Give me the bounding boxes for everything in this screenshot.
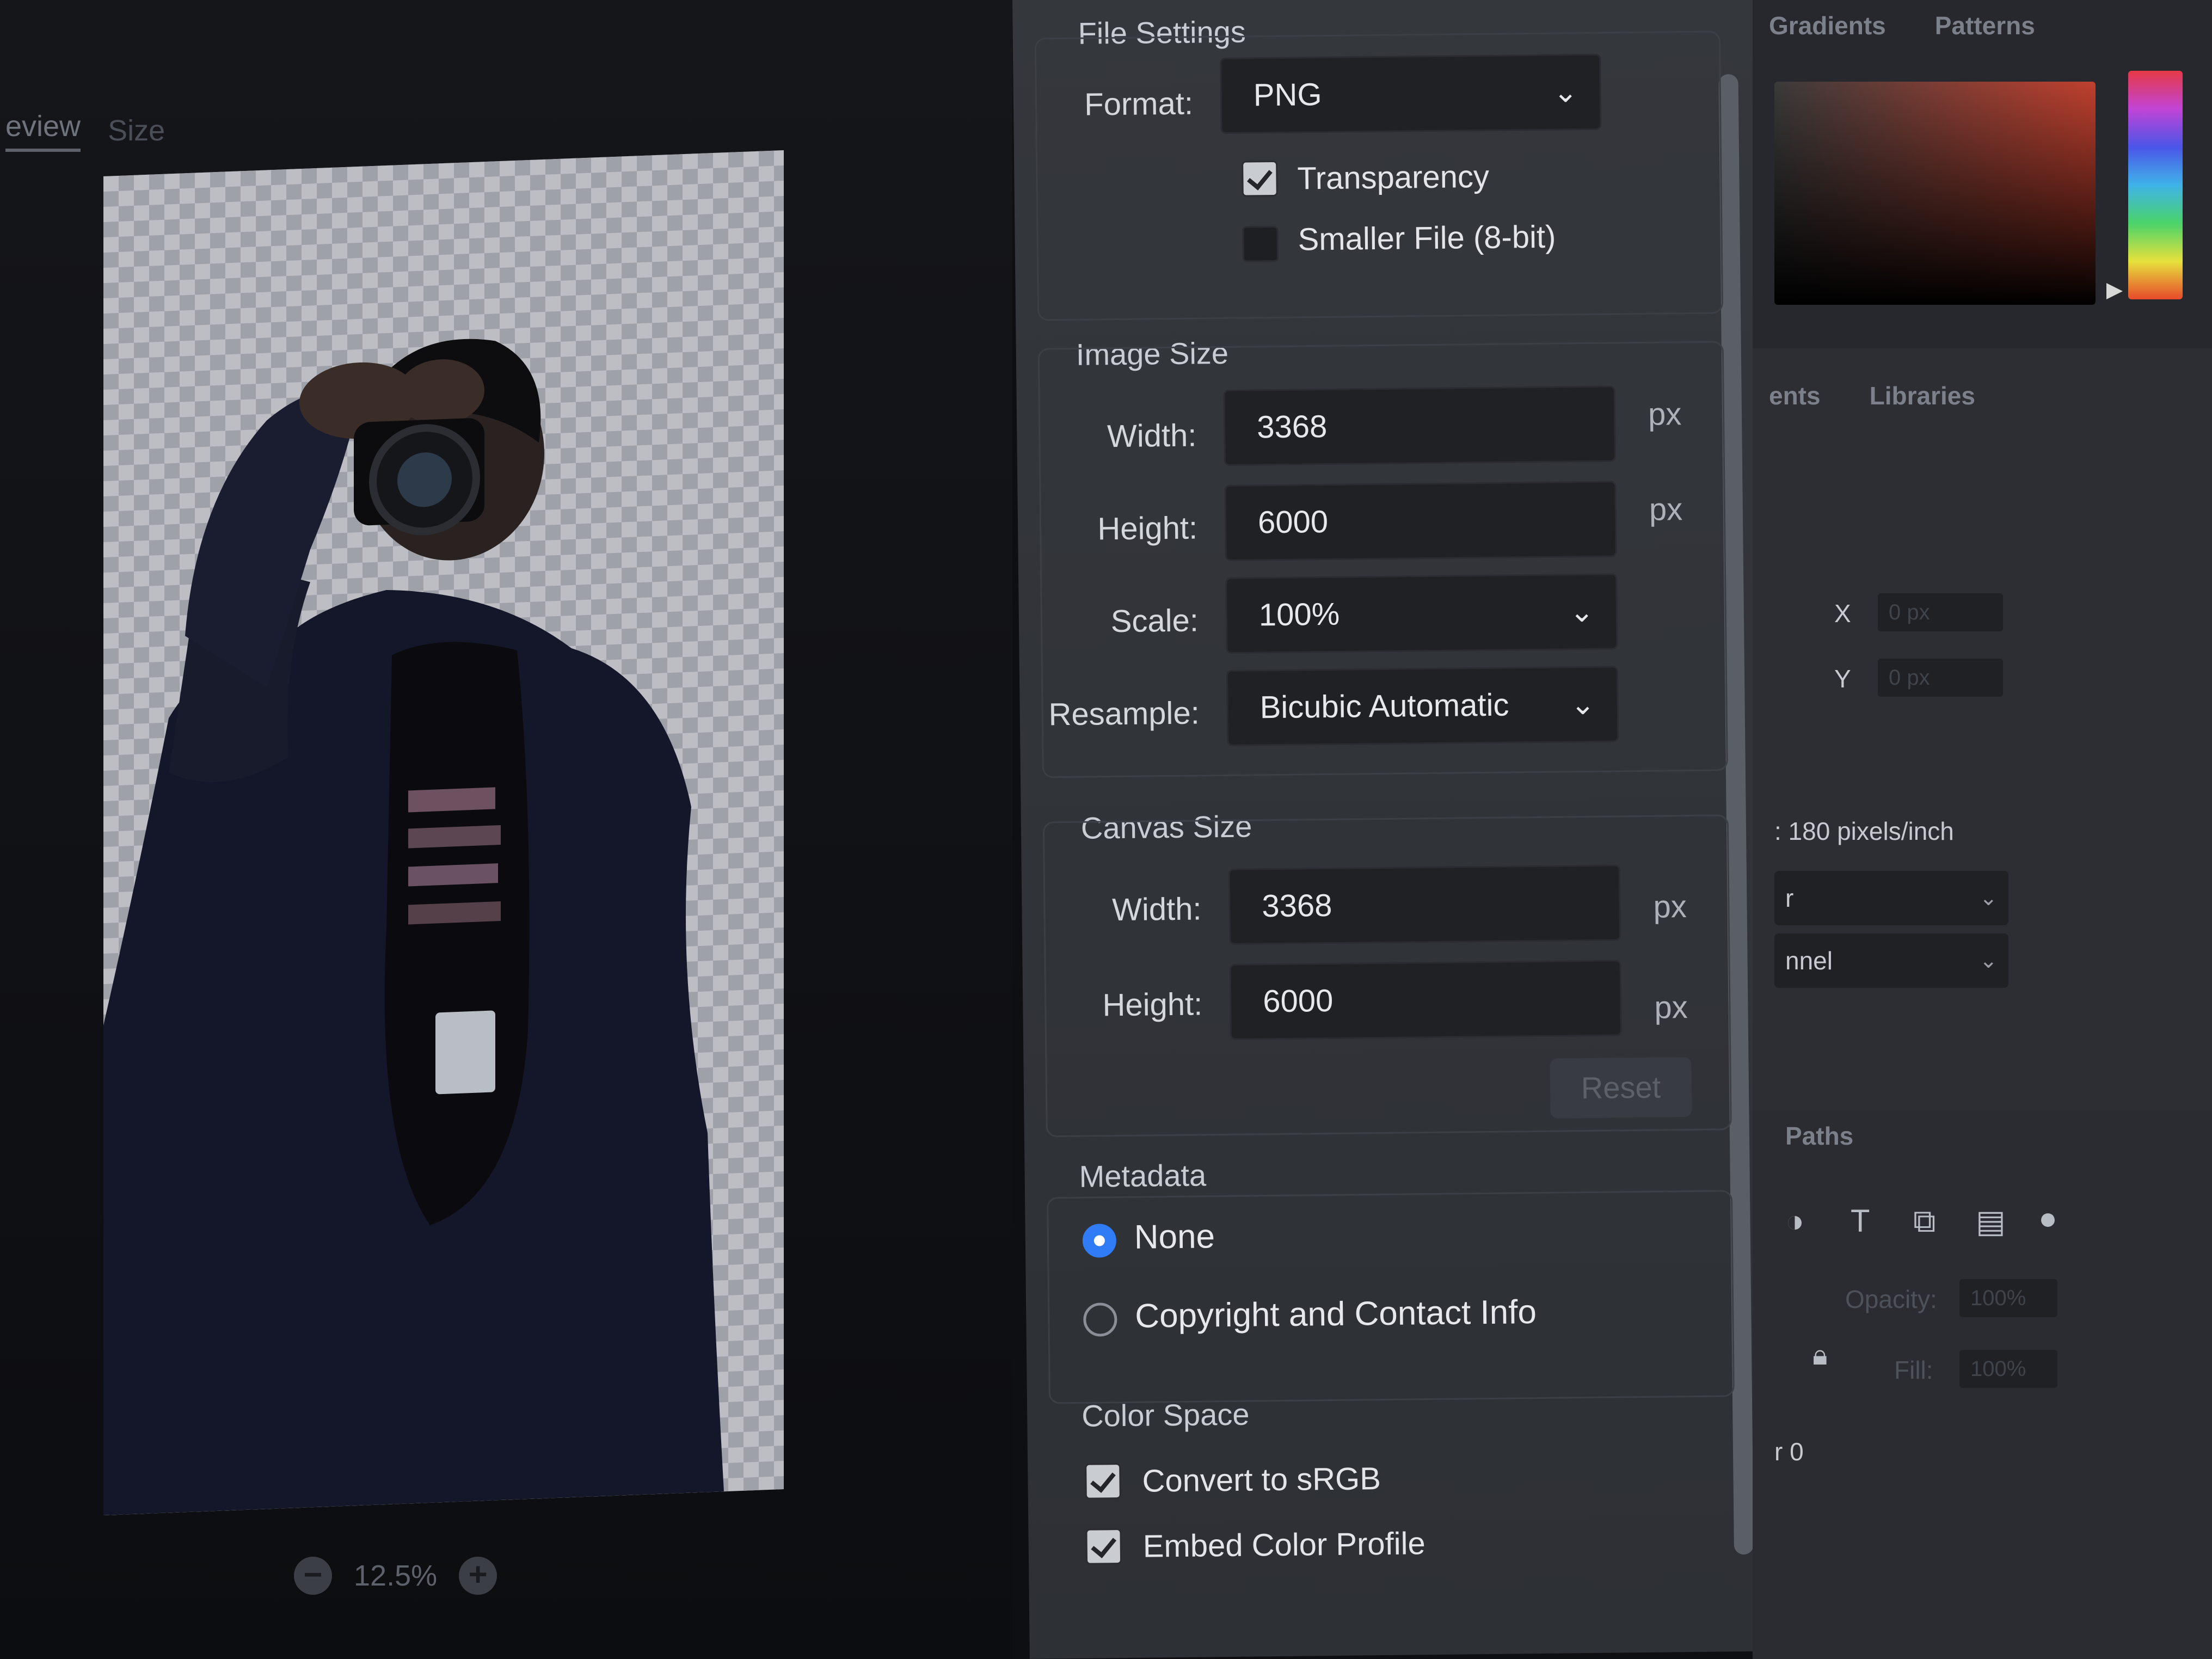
smaller-file-label: Smaller File (8-bit) bbox=[1298, 219, 1556, 257]
metadata-none-label: None bbox=[1134, 1218, 1215, 1256]
convert-srgb-checkbox[interactable] bbox=[1085, 1463, 1121, 1500]
right-panels: Gradients Patterns ents Libraries X 0 px… bbox=[1753, 0, 2212, 1659]
y-input[interactable]: 0 px bbox=[1878, 659, 2003, 697]
zoom-controls: − 12.5% + bbox=[294, 1557, 497, 1595]
zoom-in-icon[interactable]: + bbox=[459, 1557, 497, 1595]
resample-label: Resample: bbox=[1048, 695, 1200, 733]
bit-depth-select[interactable]: nnel ⌄ bbox=[1774, 933, 2008, 988]
resample-select[interactable]: Bicubic Automatic ⌄ bbox=[1226, 666, 1619, 746]
embed-profile-checkbox[interactable] bbox=[1085, 1528, 1122, 1565]
properties-panel: ents Libraries X 0 px Y 0 px : 180 pixel… bbox=[1753, 348, 2212, 1110]
resolution-text: : 180 pixels/inch bbox=[1774, 817, 1954, 845]
canvas-height-input[interactable]: 6000 bbox=[1229, 960, 1622, 1040]
color-picker-field[interactable] bbox=[1774, 82, 2096, 305]
reset-button[interactable]: Reset bbox=[1550, 1057, 1692, 1119]
metadata-copyright-label: Copyright and Contact Info bbox=[1134, 1293, 1537, 1335]
format-label: Format: bbox=[1084, 85, 1194, 122]
scale-select[interactable]: 100% ⌄ bbox=[1225, 573, 1618, 654]
canvas-height-unit: px bbox=[1654, 990, 1688, 1025]
bit-depth-value: nnel bbox=[1785, 947, 1833, 975]
export-preview-area: eview Size − 12.5% + bbox=[0, 0, 1012, 1659]
person-with-camera-photo bbox=[103, 339, 724, 1516]
hue-slider[interactable] bbox=[2128, 71, 2183, 299]
chevron-down-icon: ⌄ bbox=[1979, 949, 1998, 973]
layer-name[interactable]: r 0 bbox=[1774, 1437, 1804, 1466]
lock-icon[interactable]: 🔒︎ bbox=[1812, 1339, 1828, 1372]
transparency-checkbox[interactable] bbox=[1242, 160, 1278, 197]
x-label: X bbox=[1834, 599, 1851, 628]
mode-value: r bbox=[1785, 884, 1794, 912]
scale-label: Scale: bbox=[1110, 603, 1199, 640]
canvas-width-unit: px bbox=[1653, 889, 1687, 925]
resample-value: Bicubic Automatic bbox=[1259, 687, 1509, 726]
x-input[interactable]: 0 px bbox=[1878, 593, 2003, 631]
canvas-width-label: Width: bbox=[1111, 891, 1202, 928]
opacity-label: Opacity: bbox=[1845, 1285, 1937, 1313]
metadata-title: Metadata bbox=[1079, 1158, 1207, 1194]
image-height-input[interactable]: 6000 bbox=[1224, 481, 1617, 561]
tab-gradients[interactable]: Gradients bbox=[1769, 11, 1886, 40]
tab-preview[interactable]: eview bbox=[5, 109, 81, 152]
type-filter-icon[interactable]: T bbox=[1851, 1203, 1870, 1239]
image-width-input[interactable]: 3368 bbox=[1223, 385, 1616, 466]
image-width-unit: px bbox=[1648, 396, 1682, 432]
tab-paths[interactable]: Paths bbox=[1785, 1121, 1853, 1151]
shape-filter-icon[interactable]: ⧉ bbox=[1913, 1203, 1936, 1240]
mode-select[interactable]: r ⌄ bbox=[1774, 871, 2008, 925]
canvas-height-label: Height: bbox=[1102, 986, 1203, 1023]
color-panel-tabs: Gradients Patterns bbox=[1769, 11, 2035, 40]
filter-toggle-icon[interactable]: ● bbox=[2038, 1200, 2057, 1237]
chevron-down-icon: ⌄ bbox=[1570, 687, 1595, 721]
tab-adjustments[interactable]: ents bbox=[1769, 381, 1821, 410]
preview-tabs: eview Size bbox=[0, 98, 165, 163]
color-space-title: Color Space bbox=[1081, 1397, 1250, 1433]
transparency-label: Transparency bbox=[1297, 158, 1490, 196]
export-settings-panel: File Settings Format: PNG ⌄ Transparency… bbox=[1012, 0, 1770, 1659]
scale-value: 100% bbox=[1258, 596, 1340, 633]
properties-tabs: ents Libraries bbox=[1769, 381, 1975, 410]
opacity-input[interactable]: 100% bbox=[1959, 1279, 2057, 1317]
canvas-width-input[interactable]: 3368 bbox=[1228, 864, 1621, 945]
image-width-label: Width: bbox=[1107, 417, 1197, 454]
y-label: Y bbox=[1834, 665, 1851, 693]
chevron-down-icon: ⌄ bbox=[1553, 76, 1578, 109]
fill-input[interactable]: 100% bbox=[1959, 1350, 2057, 1388]
image-height-unit: px bbox=[1649, 491, 1683, 527]
transparent-canvas-preview bbox=[103, 150, 784, 1516]
tab-patterns[interactable]: Patterns bbox=[1935, 11, 2035, 40]
embed-profile-label: Embed Color Profile bbox=[1142, 1526, 1426, 1564]
metadata-copyright-radio[interactable] bbox=[1083, 1302, 1117, 1337]
metadata-none-radio[interactable] bbox=[1082, 1224, 1117, 1258]
tab-size[interactable]: Size bbox=[108, 114, 165, 148]
tab-libraries[interactable]: Libraries bbox=[1870, 381, 1975, 410]
adjustment-filter-icon[interactable]: ◑ bbox=[1785, 1203, 1804, 1239]
chevron-down-icon: ⌄ bbox=[1569, 595, 1595, 629]
convert-srgb-label: Convert to sRGB bbox=[1142, 1461, 1381, 1499]
format-value: PNG bbox=[1253, 77, 1322, 113]
zoom-level: 12.5% bbox=[354, 1559, 438, 1592]
format-select[interactable]: PNG ⌄ bbox=[1220, 53, 1602, 134]
fill-label: Fill: bbox=[1894, 1356, 1933, 1384]
chevron-down-icon: ⌄ bbox=[1979, 886, 1998, 910]
smart-object-filter-icon[interactable]: ▤ bbox=[1976, 1203, 2006, 1240]
smaller-file-checkbox[interactable] bbox=[1242, 225, 1279, 262]
hue-marker-icon[interactable] bbox=[2106, 283, 2123, 299]
zoom-out-icon[interactable]: − bbox=[294, 1557, 332, 1595]
image-height-label: Height: bbox=[1097, 510, 1198, 547]
layers-panel: Paths ◑ T ⧉ ▤ ● Opacity: 100% 🔒︎ Fill: 1… bbox=[1753, 1110, 2212, 1659]
